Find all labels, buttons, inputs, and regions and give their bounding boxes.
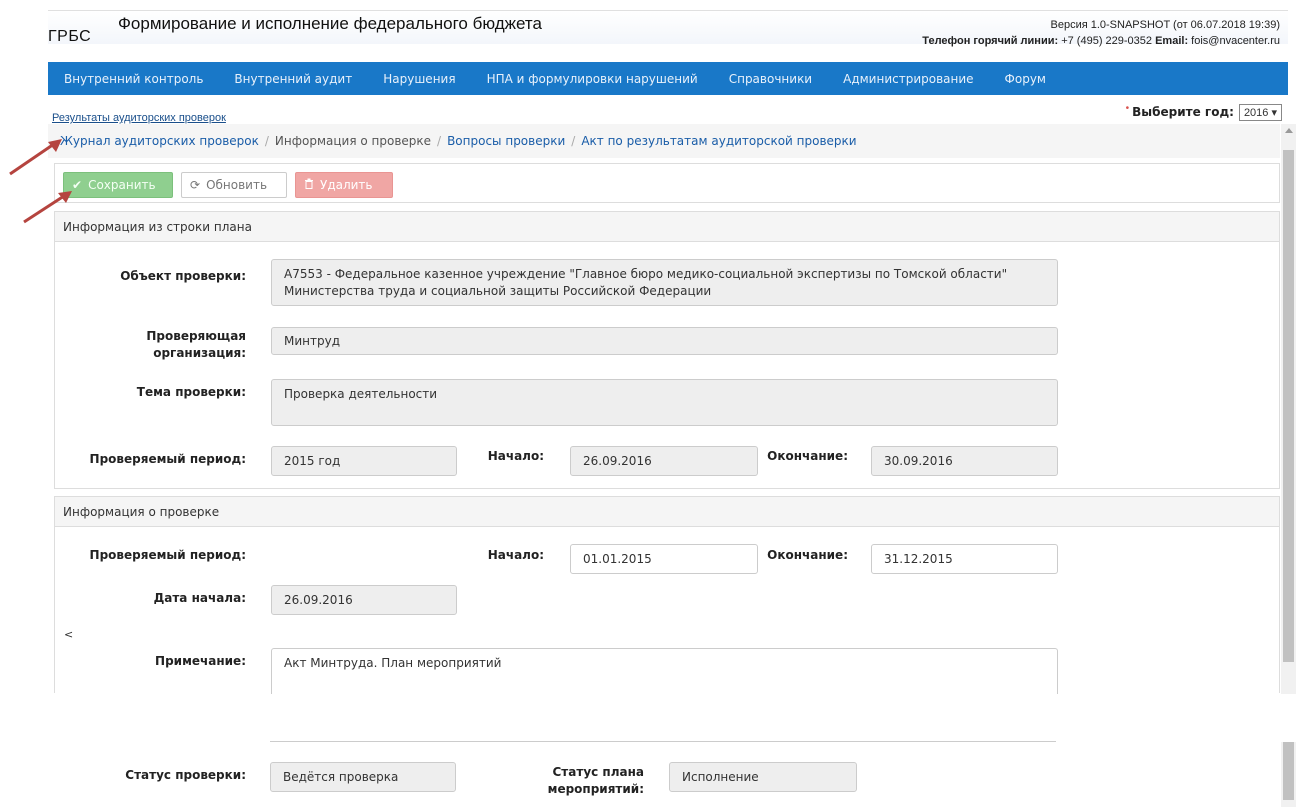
plan-status-field[interactable]: Исполнение [669, 762, 857, 792]
screenshot-gap [0, 694, 1296, 734]
check-end-input[interactable]: 31.12.2015 [871, 544, 1058, 574]
object-label: Объект проверки: [120, 269, 246, 283]
breadcrumb-act[interactable]: Акт по результатам аудиторской проверки [581, 134, 856, 148]
app-title: Формирование и исполнение федерального б… [118, 14, 542, 33]
nav-item-references[interactable]: Справочники [729, 72, 812, 86]
check-start-label: Начало: [487, 548, 544, 562]
date-start-label: Дата начала: [153, 591, 246, 605]
plan-status-label-line2: мероприятий: [547, 782, 644, 796]
required-marker: • [1125, 103, 1130, 114]
panel-title: Информация из строки плана [55, 212, 1279, 242]
stray-char: < [64, 628, 74, 641]
breadcrumb-separator: / [571, 134, 576, 148]
refresh-icon: ⟳ [190, 178, 201, 192]
breadcrumb-separator: / [437, 134, 442, 148]
breadcrumb-questions[interactable]: Вопросы проверки [447, 134, 565, 148]
delete-label: Удалить [320, 178, 373, 192]
start-field[interactable]: 26.09.2016 [570, 446, 758, 476]
email-label: Email: [1155, 35, 1189, 47]
vertical-scrollbar[interactable] [1281, 124, 1296, 694]
period-label: Проверяемый период: [89, 452, 246, 466]
save-label: Сохранить [88, 178, 156, 192]
check-end-label: Окончание: [767, 548, 848, 562]
breadcrumb-journal[interactable]: Журнал аудиторских проверок [60, 134, 259, 148]
start-label: Начало: [487, 449, 544, 463]
year-select[interactable]: 2016 ▾ [1238, 104, 1282, 121]
object-field[interactable]: А7553 - Федеральное казенное учреждение … [271, 259, 1058, 306]
email-value[interactable]: fois@nvacenter.ru [1191, 35, 1280, 47]
status-label: Статус проверки: [125, 768, 246, 782]
audit-results-link[interactable]: Результаты аудиторских проверок [52, 112, 226, 124]
breadcrumb-info: Информация о проверке [274, 134, 432, 148]
status-field[interactable]: Ведётся проверка [270, 762, 456, 792]
plan-status-label-line1: Статус плана [552, 765, 645, 779]
topic-field[interactable]: Проверка деятельности [271, 379, 1058, 426]
delete-button[interactable]: Удалить [295, 172, 393, 198]
org-label-line2: организация: [153, 346, 246, 360]
note-textarea[interactable]: Акт Минтруда. План мероприятий [271, 648, 1058, 694]
annotation-arrow-icon [23, 191, 72, 224]
nav-item-internal-audit[interactable]: Внутренний аудит [234, 72, 352, 86]
nav-item-administration[interactable]: Администрирование [843, 72, 973, 86]
object-value-line2: Министерства труда и социальной защиты Р… [284, 284, 712, 298]
org-field[interactable]: Минтруд [271, 327, 1058, 355]
refresh-button[interactable]: ⟳ Обновить [181, 172, 287, 198]
nav-item-forum[interactable]: Форум [1005, 72, 1046, 86]
check-start-input[interactable]: 01.01.2015 [570, 544, 758, 574]
action-toolbar: ✔ Сохранить ⟳ Обновить Удалить [54, 163, 1280, 203]
breadcrumb-separator: / [264, 134, 269, 148]
vertical-scrollbar-lower[interactable] [1281, 742, 1296, 807]
org-label-line1: Проверяющая [146, 329, 246, 343]
topic-label: Тема проверки: [136, 385, 246, 399]
scrollbar-thumb-lower[interactable] [1283, 742, 1294, 800]
year-selector: • Выберите год: 2016 ▾ [1125, 103, 1282, 121]
plan-status-label: Статус плана мероприятий: [530, 764, 644, 798]
date-start-field[interactable]: 26.09.2016 [271, 585, 457, 615]
panel-title: Информация о проверке [55, 497, 1279, 527]
period-field[interactable]: 2015 год [271, 446, 457, 476]
annotation-arrow-icon [9, 139, 62, 176]
end-label: Окончание: [767, 449, 848, 463]
scroll-up-icon[interactable] [1285, 128, 1293, 133]
year-label: Выберите год: [1132, 105, 1234, 119]
hotline-info: Телефон горячий линии: +7 (495) 229-0352… [922, 35, 1280, 47]
breadcrumb: Журнал аудиторских проверок / Информация… [48, 124, 1280, 158]
check-period-label: Проверяемый период: [89, 548, 246, 562]
org-short-name: ГРБС [48, 28, 92, 45]
scrollbar-thumb[interactable] [1283, 150, 1294, 662]
app-header: Формирование и исполнение федерального б… [48, 10, 1288, 47]
nav-item-npa[interactable]: НПА и формулировки нарушений [487, 72, 698, 86]
org-label: Проверяющая организация: [100, 328, 246, 362]
divider [270, 741, 1056, 742]
refresh-label: Обновить [206, 178, 268, 192]
hotline-phone: +7 (495) 229-0352 [1061, 35, 1153, 47]
end-field[interactable]: 30.09.2016 [871, 446, 1058, 476]
nav-item-violations[interactable]: Нарушения [383, 72, 455, 86]
hotline-label: Телефон горячий линии: [922, 35, 1059, 47]
main-navbar: Внутренний контроль Внутренний аудит Нар… [48, 62, 1288, 95]
object-value-line1: А7553 - Федеральное казенное учреждение … [284, 267, 1008, 281]
nav-item-internal-control[interactable]: Внутренний контроль [64, 72, 203, 86]
trash-icon [304, 178, 314, 192]
version-info: Версия 1.0-SNAPSHOT (от 06.07.2018 19:39… [1050, 19, 1281, 31]
note-label: Примечание: [155, 654, 246, 668]
